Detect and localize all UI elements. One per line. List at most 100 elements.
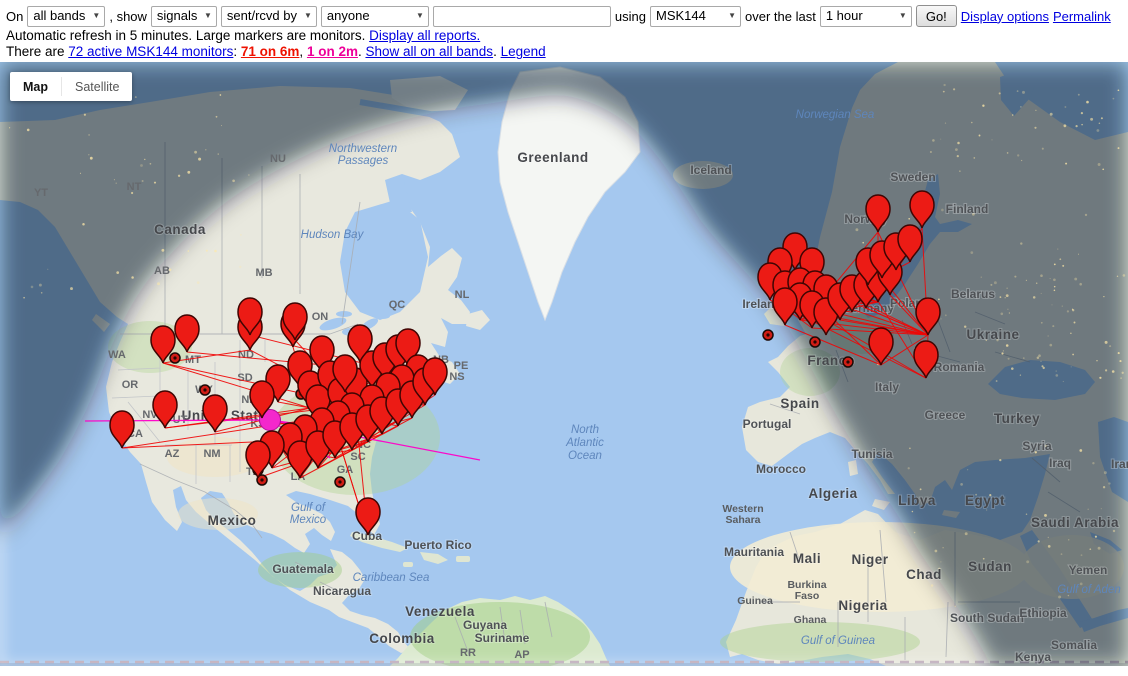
dot2-text: . (493, 44, 501, 59)
map-label: Gulf of Aden (1057, 584, 1121, 596)
map-label: Saudi Arabia (1031, 515, 1119, 530)
map-label: Mauritania (724, 545, 784, 559)
timespan-select-wrap: 1 hour (820, 6, 912, 27)
map-label: NL (455, 289, 470, 301)
map-label: Colombia (369, 631, 435, 646)
report-marker[interactable] (335, 477, 345, 487)
map-label: Norwegian Sea (796, 109, 875, 121)
map-label: Sahara (725, 514, 760, 526)
map-label: Egypt (965, 493, 1005, 508)
map-label: Morocco (756, 462, 806, 476)
map-label: Gulf of (291, 502, 327, 514)
band-select[interactable]: all bands (27, 6, 105, 27)
signals-select[interactable]: signals (151, 6, 217, 27)
anyone-select[interactable]: anyone (321, 6, 429, 27)
report-marker[interactable] (763, 330, 773, 340)
map-label: Finland (946, 202, 989, 216)
map-label: Romania (934, 360, 985, 374)
map-label: GA (337, 464, 354, 476)
monitors-6m-link[interactable]: 71 on 6m (241, 44, 300, 59)
display-all-reports-link[interactable]: Display all reports. (369, 28, 480, 43)
map-type-map-button[interactable]: Map (10, 72, 61, 101)
map-label: Puerto Rico (404, 538, 471, 552)
map-label: Caribbean Sea (353, 572, 430, 584)
anyone-select-wrap: anyone (321, 6, 429, 27)
map-label: Somalia (1051, 638, 1097, 652)
puerto-rico-island (456, 556, 470, 562)
timespan-select[interactable]: 1 hour (820, 6, 912, 27)
display-options-link[interactable]: Display options (961, 9, 1049, 24)
map-label: Ocean (568, 450, 602, 462)
sentrcvd-select-wrap: sent/rcvd by (221, 6, 317, 27)
world-map[interactable]: Map Satellite (0, 62, 1128, 666)
map-label: Niger (851, 552, 888, 567)
map-label: Iceland (690, 163, 731, 177)
map-label: Gulf of Guinea (801, 635, 875, 647)
map-label: Sweden (890, 170, 935, 184)
map-label: Faso (795, 590, 820, 602)
monitors-2m-link[interactable]: 1 on 2m (307, 44, 358, 59)
map-label: Spain (780, 396, 819, 411)
map-label: Belarus (951, 287, 995, 301)
map-label: Algeria (808, 486, 857, 501)
map-label: Ukraine (966, 327, 1019, 342)
map-label: RR (460, 647, 476, 659)
status-row: Automatic refresh in 5 minutes. Large ma… (6, 28, 1122, 44)
query-controls-row: On all bands , show signals sent/rcvd by… (6, 4, 1122, 28)
mode-select-wrap: MSK144 (650, 6, 741, 27)
map-label: Portugal (743, 417, 792, 431)
map-label: OR (122, 379, 139, 391)
comma-text: , (299, 44, 307, 59)
callsign-input[interactable] (433, 6, 611, 27)
map-canvas[interactable]: CanadaUnited StatesGreenlandIcelandMexic… (0, 62, 1128, 666)
map-label: WA (108, 349, 126, 361)
report-marker[interactable] (200, 385, 210, 395)
active-monitors-link[interactable]: 72 active MSK144 monitors (68, 44, 233, 59)
map-label: Iran (1111, 457, 1128, 471)
map-label: NM (203, 448, 220, 460)
map-label: Nigeria (838, 598, 887, 613)
map-label: Libya (898, 493, 936, 508)
signals-select-wrap: signals (151, 6, 217, 27)
map-label: Hudson Bay (301, 229, 365, 241)
band-select-wrap: all bands (27, 6, 105, 27)
refresh-text: Automatic refresh in 5 minutes. Large ma… (6, 28, 369, 43)
report-marker[interactable] (843, 357, 853, 367)
map-label: Kenya (1015, 650, 1051, 664)
map-label: Passages (338, 155, 389, 167)
mode-select[interactable]: MSK144 (650, 6, 741, 27)
map-label: NU (270, 153, 286, 165)
show-all-bands-link[interactable]: Show all on all bands (365, 44, 493, 59)
query-toolbar: On all bands , show signals sent/rcvd by… (0, 0, 1128, 60)
report-marker[interactable] (170, 353, 180, 363)
map-label: Suriname (475, 631, 530, 645)
on-label: On (6, 9, 23, 24)
map-label: Greece (925, 408, 966, 422)
map-label: Guinea (737, 595, 773, 607)
map-label: Turkey (994, 411, 1040, 426)
map-type-satellite-button[interactable]: Satellite (62, 72, 132, 101)
map-label: Nicaragua (313, 584, 371, 598)
map-label: Tunisia (851, 447, 892, 461)
permalink-link[interactable]: Permalink (1053, 9, 1111, 24)
map-label: QC (389, 299, 406, 311)
there-are-text: There are (6, 44, 68, 59)
overlast-label: over the last (745, 9, 816, 24)
map-label: Guatemala (272, 562, 334, 576)
map-label: MB (255, 267, 272, 279)
map-label: Mexico (208, 513, 257, 528)
colon-text: : (233, 44, 241, 59)
map-label: AP (514, 649, 529, 661)
sentrcvd-select[interactable]: sent/rcvd by (221, 6, 317, 27)
report-marker[interactable] (810, 337, 820, 347)
map-label: Canada (154, 222, 206, 237)
go-button[interactable]: Go! (916, 5, 957, 27)
show-label: , show (109, 9, 147, 24)
legend-link[interactable]: Legend (501, 44, 546, 59)
map-label: Mali (793, 551, 821, 566)
map-label: MT (185, 354, 201, 366)
map-label: Ghana (794, 614, 827, 626)
jamaica-island (403, 562, 413, 567)
map-label: SC (350, 451, 365, 463)
map-label: Mexico (290, 514, 327, 526)
